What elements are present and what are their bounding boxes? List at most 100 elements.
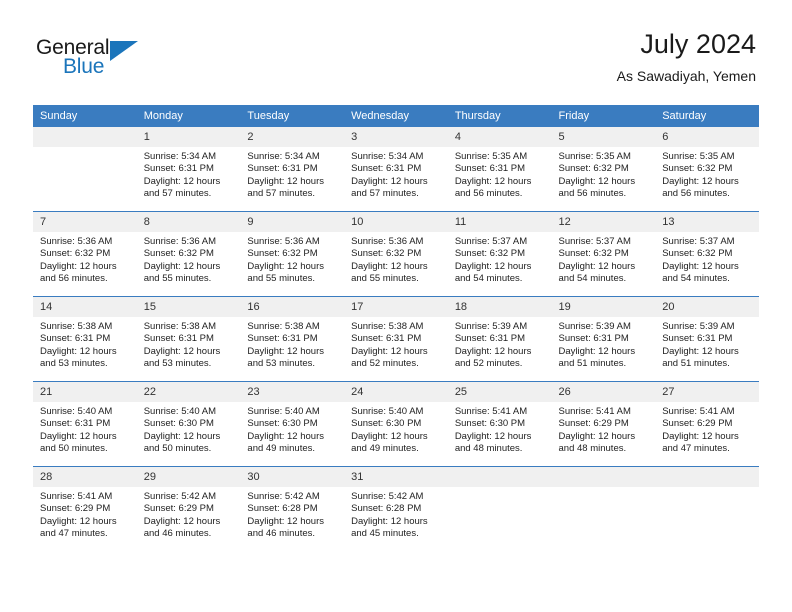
sunrise-text: Sunrise: 5:38 AM [351, 321, 424, 332]
calendar-cell-inner: 1 Sunrise: 5:34 AM Sunset: 6:31 PM Daylight… [136, 127, 241, 211]
sunrise-text: Sunrise: 5:34 AM [247, 151, 320, 162]
calendar-cell-inner: 2 Sunrise: 5:34 AM Sunset: 6:31 PM Daylight… [240, 127, 345, 211]
calendar-day-cell[interactable]: 12 Sunrise: 5:37 AM Sunset: 6:32 PM Dayligh… [551, 211, 656, 297]
calendar-cell-inner: 13 Sunrise: 5:37 AM Sunset: 6:32 PM Dayligh… [655, 212, 759, 296]
daylight-text-line1: Daylight: 12 hours [351, 260, 428, 272]
daylight-text-line1: Daylight: 12 hours [40, 260, 117, 272]
day-details: Sunrise: 5:34 AM Sunset: 6:31 PM Daylight:… [240, 147, 344, 200]
calendar-day-cell[interactable]: 8 Sunrise: 5:36 AM Sunset: 6:32 PM Daylight… [136, 211, 241, 297]
day-details: Sunrise: 5:35 AM Sunset: 6:32 PM Daylight:… [552, 147, 656, 200]
sunrise-text: Sunrise: 5:36 AM [143, 236, 217, 247]
sunrise-text: Sunrise: 5:35 AM [662, 151, 735, 162]
day-details: Sunrise: 5:41 AM Sunset: 6:29 PM Daylight:… [33, 487, 137, 540]
calendar-cell-inner: 11 Sunrise: 5:37 AM Sunset: 6:32 PM Dayligh… [447, 212, 552, 296]
calendar-day-cell[interactable]: 27 Sunrise: 5:41 AM Sunset: 6:29 PM Dayligh… [655, 381, 759, 467]
calendar-day-cell[interactable]: 10 Sunrise: 5:36 AM Sunset: 6:32 PM Dayligh… [344, 211, 448, 297]
day-number: 17 [344, 297, 448, 317]
sunrise-text: Sunrise: 5:40 AM [143, 406, 217, 417]
calendar-day-cell[interactable]: 5 Sunrise: 5:35 AM Sunset: 6:32 PM Daylight… [551, 127, 656, 212]
daylight-text-line2: and 50 minutes. [143, 442, 212, 454]
day-details: Sunrise: 5:40 AM Sunset: 6:31 PM Daylight:… [33, 402, 137, 455]
sunrise-text: Sunrise: 5:39 AM [662, 321, 735, 332]
day-number: 20 [655, 297, 759, 317]
sunset-text: Sunset: 6:29 PM [40, 503, 111, 515]
calendar-day-cell[interactable]: 25 Sunrise: 5:41 AM Sunset: 6:30 PM Dayligh… [447, 381, 552, 467]
location-subtitle: As Sawadiyah, Yemen [616, 68, 756, 84]
calendar-day-cell[interactable]: 16 Sunrise: 5:38 AM Sunset: 6:31 PM Dayligh… [240, 296, 345, 382]
sunset-text: Sunset: 6:31 PM [454, 163, 526, 175]
weekday-header-monday: Monday [136, 105, 241, 127]
calendar-day-cell[interactable]: 2 Sunrise: 5:34 AM Sunset: 6:31 PM Daylight… [240, 127, 345, 212]
calendar-cell-inner [655, 467, 759, 551]
daylight-text-line2: and 57 minutes. [143, 187, 212, 199]
day-number [551, 467, 656, 487]
daylight-text-line2: and 46 minutes. [143, 527, 212, 539]
calendar-day-cell[interactable]: 19 Sunrise: 5:39 AM Sunset: 6:31 PM Dayligh… [551, 296, 656, 382]
calendar-day-cell[interactable]: 18 Sunrise: 5:39 AM Sunset: 6:31 PM Dayligh… [447, 296, 552, 382]
day-details: Sunrise: 5:39 AM Sunset: 6:31 PM Daylight:… [655, 317, 759, 370]
calendar-day-cell[interactable]: 28 Sunrise: 5:41 AM Sunset: 6:29 PM Dayligh… [33, 466, 137, 551]
daylight-text-line2: and 49 minutes. [247, 442, 316, 454]
daylight-text-line2: and 53 minutes. [247, 357, 316, 369]
calendar-cell-inner: 30 Sunrise: 5:42 AM Sunset: 6:28 PM Dayligh… [240, 467, 345, 551]
day-details: Sunrise: 5:35 AM Sunset: 6:31 PM Daylight:… [448, 147, 552, 200]
day-number: 16 [240, 297, 345, 317]
calendar-day-cell[interactable]: 20 Sunrise: 5:39 AM Sunset: 6:31 PM Dayligh… [655, 296, 759, 382]
calendar-day-cell[interactable]: 31 Sunrise: 5:42 AM Sunset: 6:28 PM Dayligh… [344, 466, 448, 551]
sunrise-text: Sunrise: 5:38 AM [143, 321, 217, 332]
sunrise-text: Sunrise: 5:41 AM [662, 406, 735, 417]
daylight-text-line1: Daylight: 12 hours [558, 260, 636, 272]
general-blue-logo[interactable]: General Blue [36, 36, 216, 86]
sunrise-text: Sunrise: 5:37 AM [454, 236, 528, 247]
calendar-day-cell[interactable]: 9 Sunrise: 5:36 AM Sunset: 6:32 PM Daylight… [240, 211, 345, 297]
daylight-text-line2: and 57 minutes. [247, 187, 316, 199]
sunset-text: Sunset: 6:31 PM [558, 333, 629, 345]
calendar-day-cell[interactable]: 21 Sunrise: 5:40 AM Sunset: 6:31 PM Dayligh… [33, 381, 137, 467]
calendar-day-cell[interactable]: 7 Sunrise: 5:36 AM Sunset: 6:32 PM Daylight… [33, 211, 137, 297]
calendar-day-cell[interactable]: 17 Sunrise: 5:38 AM Sunset: 6:31 PM Dayligh… [344, 296, 448, 382]
calendar-cell-inner: 16 Sunrise: 5:38 AM Sunset: 6:31 PM Dayligh… [240, 297, 345, 381]
calendar-day-cell[interactable]: 13 Sunrise: 5:37 AM Sunset: 6:32 PM Dayligh… [655, 211, 759, 297]
weekday-header-row: Sunday Monday Tuesday Wednesday Thursday… [33, 105, 759, 127]
calendar-cell-inner: 31 Sunrise: 5:42 AM Sunset: 6:28 PM Dayligh… [344, 467, 448, 551]
sunrise-text: Sunrise: 5:41 AM [40, 491, 113, 502]
calendar-cell-inner: 3 Sunrise: 5:34 AM Sunset: 6:31 PM Daylight… [344, 127, 448, 211]
calendar-day-cell[interactable]: 23 Sunrise: 5:40 AM Sunset: 6:30 PM Dayligh… [240, 381, 345, 467]
calendar-day-cell[interactable]: 30 Sunrise: 5:42 AM Sunset: 6:28 PM Dayligh… [240, 466, 345, 551]
calendar-day-cell[interactable]: 11 Sunrise: 5:37 AM Sunset: 6:32 PM Dayligh… [447, 211, 552, 297]
day-details: Sunrise: 5:37 AM Sunset: 6:32 PM Daylight:… [448, 232, 552, 285]
day-number: 23 [240, 382, 345, 402]
calendar-day-cell[interactable]: 15 Sunrise: 5:38 AM Sunset: 6:31 PM Dayligh… [136, 296, 241, 382]
calendar-day-cell[interactable]: 1 Sunrise: 5:34 AM Sunset: 6:31 PM Daylight… [136, 127, 241, 212]
daylight-text-line2: and 51 minutes. [558, 357, 627, 369]
day-details: Sunrise: 5:37 AM Sunset: 6:32 PM Daylight:… [655, 232, 759, 285]
daylight-text-line2: and 55 minutes. [143, 272, 212, 284]
calendar-day-cell[interactable]: 22 Sunrise: 5:40 AM Sunset: 6:30 PM Dayligh… [136, 381, 241, 467]
calendar-cell-inner [33, 127, 137, 211]
calendar-day-cell[interactable]: 14 Sunrise: 5:38 AM Sunset: 6:31 PM Dayligh… [33, 296, 137, 382]
sunrise-text: Sunrise: 5:34 AM [143, 151, 217, 162]
day-details: Sunrise: 5:42 AM Sunset: 6:28 PM Daylight:… [240, 487, 344, 540]
sunrise-text: Sunrise: 5:34 AM [351, 151, 424, 162]
calendar-cell-inner: 14 Sunrise: 5:38 AM Sunset: 6:31 PM Dayligh… [33, 297, 137, 381]
calendar-day-cell[interactable]: 24 Sunrise: 5:40 AM Sunset: 6:30 PM Dayligh… [344, 381, 448, 467]
daylight-text-line1: Daylight: 12 hours [454, 260, 532, 272]
calendar-day-cell[interactable]: 26 Sunrise: 5:41 AM Sunset: 6:29 PM Dayligh… [551, 381, 656, 467]
day-number: 28 [33, 467, 137, 487]
calendar-day-cell[interactable]: 3 Sunrise: 5:34 AM Sunset: 6:31 PM Daylight… [344, 127, 448, 212]
daylight-text-line2: and 49 minutes. [351, 442, 419, 454]
calendar-body: 1 Sunrise: 5:34 AM Sunset: 6:31 PM Daylight… [33, 127, 759, 551]
calendar-day-cell[interactable]: 29 Sunrise: 5:42 AM Sunset: 6:29 PM Dayligh… [136, 466, 241, 551]
calendar-cell-inner: 25 Sunrise: 5:41 AM Sunset: 6:30 PM Dayligh… [447, 382, 552, 466]
day-number: 22 [136, 382, 241, 402]
day-number: 26 [551, 382, 656, 402]
sunrise-text: Sunrise: 5:37 AM [558, 236, 631, 247]
sunset-text: Sunset: 6:32 PM [662, 248, 733, 260]
calendar-day-cell[interactable]: 6 Sunrise: 5:35 AM Sunset: 6:32 PM Daylight… [655, 127, 759, 212]
daylight-text-line1: Daylight: 12 hours [558, 175, 636, 187]
sunrise-text: Sunrise: 5:38 AM [247, 321, 320, 332]
daylight-text-line2: and 50 minutes. [40, 442, 108, 454]
day-number: 19 [551, 297, 656, 317]
calendar-cell-inner: 9 Sunrise: 5:36 AM Sunset: 6:32 PM Daylight… [240, 212, 345, 296]
calendar-day-cell[interactable]: 4 Sunrise: 5:35 AM Sunset: 6:31 PM Daylight… [447, 127, 552, 212]
